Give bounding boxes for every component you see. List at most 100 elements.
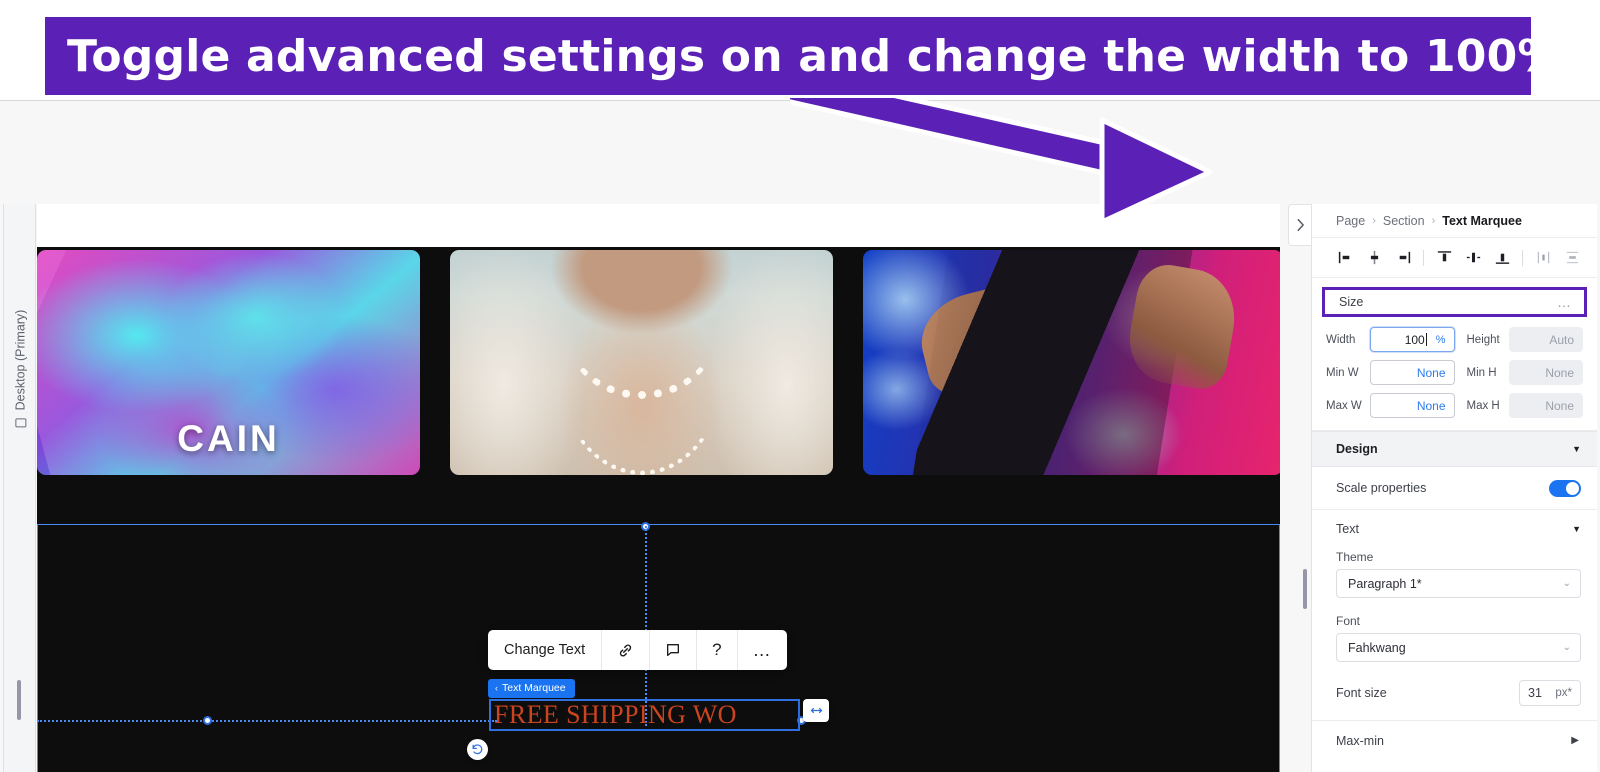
- size-row-minw-minh: Min W None Min H None: [1326, 360, 1583, 385]
- help-icon[interactable]: ?: [697, 630, 738, 670]
- theme-label: Theme: [1336, 550, 1374, 564]
- min-height-value: None: [1545, 365, 1574, 380]
- theme-value: Paragraph 1*: [1348, 576, 1422, 591]
- design-section-title: Design: [1336, 442, 1378, 456]
- chevron-down-icon[interactable]: ▼: [1572, 444, 1581, 454]
- font-label: Font: [1336, 614, 1361, 628]
- height-input[interactable]: Auto: [1508, 327, 1583, 352]
- gallery-image-3[interactable]: [863, 250, 1280, 475]
- field-min-height[interactable]: Min H None: [1455, 360, 1583, 385]
- viewport-tab-desktop[interactable]: Desktop (Primary): [4, 264, 37, 474]
- screenshot-root: Desktop (Primary) CAIN Change Text ? … ‹…: [0, 0, 1600, 772]
- max-min-row[interactable]: Max-min ▶: [1312, 720, 1597, 760]
- width-unit[interactable]: %: [1436, 334, 1446, 346]
- field-min-height-label: Min H: [1466, 366, 1497, 379]
- element-floating-toolbar[interactable]: Change Text ? …: [488, 630, 787, 670]
- breadcrumb-item-current: Text Marquee: [1442, 213, 1522, 228]
- size-row-width-height: Width 100 % Height Auto: [1326, 327, 1583, 352]
- badge-chevron-icon: ‹: [495, 683, 498, 693]
- left-rail-scrollbar[interactable]: [17, 680, 21, 720]
- min-width-input[interactable]: None: [1370, 360, 1455, 385]
- distribute-horizontal-icon[interactable]: [1530, 245, 1556, 271]
- size-section-title: Size: [1339, 295, 1364, 309]
- field-max-width[interactable]: Max W None: [1326, 393, 1455, 418]
- font-size-input[interactable]: 31 px*: [1519, 680, 1581, 706]
- selection-guide-horizontal: [37, 720, 497, 722]
- field-max-height[interactable]: Max H None: [1455, 393, 1583, 418]
- horizontal-resize-icon[interactable]: [803, 699, 829, 722]
- align-bottom-icon[interactable]: [1489, 245, 1515, 271]
- selected-text-element[interactable]: FREE SHIPPING WO: [489, 699, 800, 731]
- field-height[interactable]: Height Auto: [1455, 327, 1583, 352]
- field-min-width[interactable]: Min W None: [1326, 360, 1455, 385]
- align-top-icon[interactable]: [1431, 245, 1457, 271]
- font-size-unit: px*: [1555, 687, 1572, 699]
- badge-label: Text Marquee: [502, 682, 566, 694]
- scale-properties-label: Scale properties: [1336, 481, 1427, 495]
- text-section-header[interactable]: Text ▼: [1312, 510, 1597, 548]
- selected-element-badge[interactable]: ‹ Text Marquee: [488, 679, 575, 698]
- size-more-options-icon[interactable]: …: [1557, 294, 1572, 310]
- change-text-button[interactable]: Change Text: [488, 630, 603, 670]
- breadcrumb: Page › Section › Text Marquee: [1312, 204, 1597, 238]
- field-width[interactable]: Width 100 %: [1326, 327, 1455, 352]
- instruction-banner: Toggle advanced settings on and change t…: [42, 14, 1561, 98]
- min-height-input[interactable]: None: [1508, 360, 1583, 385]
- breadcrumb-item-page[interactable]: Page: [1336, 214, 1365, 228]
- font-size-label: Font size: [1336, 686, 1387, 700]
- chevron-right-icon[interactable]: ▶: [1571, 735, 1579, 746]
- viewport-label: Desktop (Primary): [13, 309, 28, 411]
- monitor-icon: [15, 418, 26, 428]
- alignment-toolbar[interactable]: [1312, 238, 1597, 278]
- text-caret: [1425, 333, 1427, 346]
- chevron-down-icon: ⌄: [1562, 578, 1571, 589]
- canvas-top-strip: [37, 204, 1280, 247]
- size-fields: Width 100 % Height Auto Min W None Min H…: [1312, 317, 1597, 431]
- design-section-header[interactable]: Design ▼: [1312, 431, 1597, 467]
- field-height-label: Height: [1466, 333, 1500, 346]
- breadcrumb-item-section[interactable]: Section: [1383, 214, 1425, 228]
- align-left-icon[interactable]: [1332, 245, 1358, 271]
- font-select[interactable]: Fahkwang ⌄: [1336, 633, 1581, 662]
- theme-select[interactable]: Paragraph 1* ⌄: [1336, 569, 1581, 598]
- max-min-label: Max-min: [1336, 733, 1384, 748]
- link-icon[interactable]: [602, 630, 651, 670]
- size-section-header[interactable]: Size …: [1322, 287, 1587, 317]
- comment-icon[interactable]: [650, 630, 698, 670]
- align-middle-vertical-icon[interactable]: [1460, 245, 1486, 271]
- gallery-image-2[interactable]: [450, 250, 833, 475]
- width-input[interactable]: 100 %: [1370, 327, 1455, 352]
- scale-properties-toggle[interactable]: [1549, 479, 1581, 497]
- align-right-icon[interactable]: [1390, 245, 1416, 271]
- gallery-image-1[interactable]: CAIN: [37, 250, 420, 475]
- field-width-label: Width: [1326, 333, 1356, 346]
- max-height-input[interactable]: None: [1508, 393, 1583, 418]
- toolbar-divider: [1522, 249, 1523, 266]
- panel-collapse-button[interactable]: [1288, 204, 1312, 246]
- instruction-banner-text: Toggle advanced settings on and change t…: [67, 30, 1562, 82]
- scale-properties-row[interactable]: Scale properties: [1312, 467, 1597, 510]
- field-max-height-label: Max H: [1466, 399, 1500, 412]
- toolbar-divider: [1423, 249, 1424, 266]
- marquee-text: FREE SHIPPING WO: [494, 700, 737, 729]
- properties-panel-scrollbar[interactable]: [1303, 569, 1307, 609]
- distribute-vertical-icon[interactable]: [1559, 245, 1585, 271]
- properties-panel: Page › Section › Text Marquee Size … Wid…: [1311, 204, 1597, 772]
- max-width-value: None: [1416, 398, 1446, 413]
- gallery-section[interactable]: CAIN: [37, 247, 1280, 524]
- chevron-down-icon: ⌄: [1562, 642, 1571, 653]
- text-section-title: Text: [1336, 522, 1359, 536]
- design-canvas[interactable]: CAIN Change Text ? … ‹ Text Marquee FREE…: [37, 204, 1280, 772]
- font-size-row: Font size 31 px*: [1312, 676, 1597, 710]
- more-options-icon[interactable]: …: [738, 630, 787, 670]
- selection-handle-left[interactable]: [203, 716, 212, 725]
- align-center-horizontal-icon[interactable]: [1361, 245, 1387, 271]
- size-row-maxw-maxh: Max W None Max H None: [1326, 393, 1583, 418]
- rotate-reset-icon[interactable]: [467, 739, 488, 760]
- chevron-down-icon[interactable]: ▼: [1572, 524, 1581, 534]
- height-value: Auto: [1549, 332, 1574, 347]
- min-width-value: None: [1416, 365, 1446, 380]
- max-width-input[interactable]: None: [1370, 393, 1455, 418]
- breadcrumb-separator-icon: ›: [1372, 214, 1376, 227]
- selection-guide-vertical: [645, 526, 647, 726]
